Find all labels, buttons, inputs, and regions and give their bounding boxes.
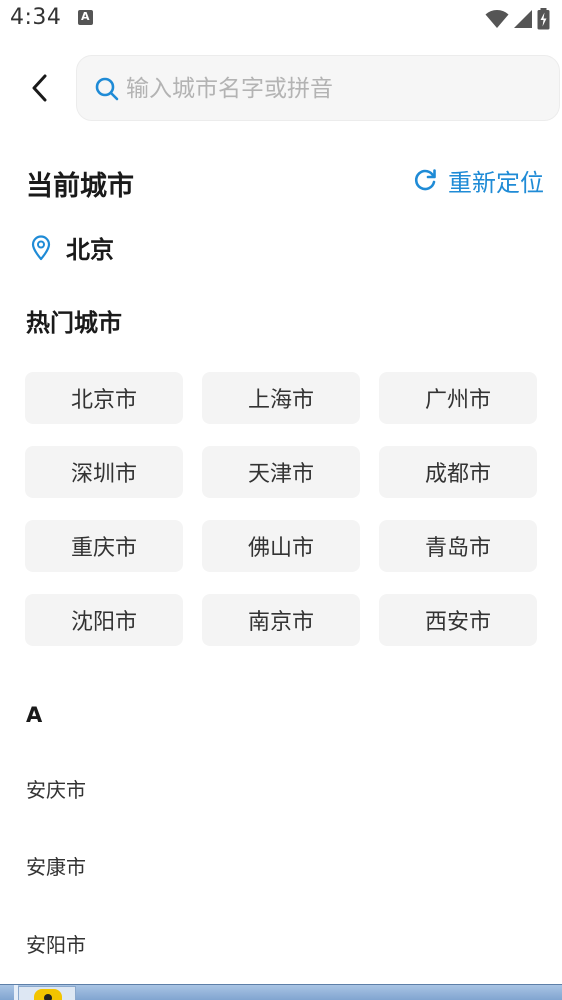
search-box[interactable] [76,55,560,121]
battery-charging-icon [537,8,550,30]
hot-city-chip[interactable]: 广州市 [379,372,537,424]
current-city-name: 北京 [66,236,114,264]
city-list-item[interactable]: 安阳市 [26,929,86,958]
hot-city-chip[interactable]: 上海市 [202,372,360,424]
hot-city-chip[interactable]: 青岛市 [379,520,537,572]
status-bar: 4:34 [0,0,562,40]
hot-city-chip[interactable]: 重庆市 [25,520,183,572]
hot-city-chip[interactable]: 佛山市 [202,520,360,572]
chevron-left-icon [32,74,47,102]
back-button[interactable] [22,70,58,106]
hot-city-chip[interactable]: 南京市 [202,594,360,646]
hot-city-chip[interactable]: 北京市 [25,372,183,424]
current-city-title: 当前城市 [26,171,134,202]
hot-city-chip[interactable]: 天津市 [202,446,360,498]
relocate-button[interactable]: 重新定位 [412,162,544,198]
location-pin-icon [31,234,51,260]
hot-cities-grid: 北京市 上海市 广州市 深圳市 天津市 成都市 重庆市 佛山市 青岛市 沈阳市 … [25,372,537,646]
signal-icon [514,10,532,28]
app-icon [34,989,62,1000]
hot-city-chip[interactable]: 沈阳市 [25,594,183,646]
status-time: 4:34 [10,5,62,30]
wifi-icon [485,10,509,28]
hot-cities-title: 热门城市 [26,309,122,337]
status-icons [485,8,550,30]
hot-city-chip[interactable]: 西安市 [379,594,537,646]
letter-heading-a: A [26,703,43,727]
city-list-item[interactable]: 安康市 [26,851,86,880]
taskbar [0,984,562,1000]
hot-city-chip[interactable]: 成都市 [379,446,537,498]
refresh-icon [414,169,436,191]
hot-city-chip[interactable]: 深圳市 [25,446,183,498]
notification-a-icon [78,10,93,25]
search-input[interactable] [126,70,546,108]
city-picker-screen: 4:34 当前城市 [0,0,562,1000]
current-city[interactable]: 北京 [30,230,114,265]
search-icon [95,77,119,101]
relocate-label: 重新定位 [448,168,544,197]
city-list-item[interactable]: 安庆市 [26,774,86,803]
